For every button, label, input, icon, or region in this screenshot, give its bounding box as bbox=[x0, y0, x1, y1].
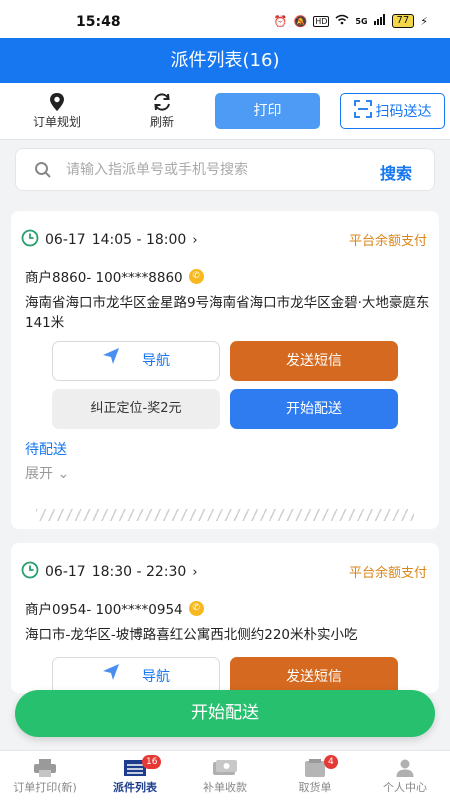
delivery-time-range: 18:30 - 22:30 bbox=[91, 564, 187, 580]
phone-icon[interactable]: ✆ bbox=[188, 600, 204, 616]
navigate-label: 导航 bbox=[142, 353, 170, 369]
clock-time: 15:48 bbox=[76, 14, 121, 30]
cash-icon bbox=[180, 757, 270, 779]
scan-deliver-button[interactable]: 扫码送达 bbox=[340, 93, 445, 129]
navigate-button[interactable]: 导航 bbox=[52, 657, 220, 693]
refresh-label: 刷新 bbox=[149, 115, 174, 129]
clock-icon bbox=[21, 229, 39, 251]
map-pin-icon bbox=[22, 91, 92, 113]
mute-icon: 🔕 bbox=[293, 14, 308, 28]
chevron-right-icon: › bbox=[192, 232, 198, 248]
status-icons: ⏰ 🔕 HD 5G 77 ⚡ bbox=[274, 14, 428, 28]
status-bar: 15:48 ⏰ 🔕 HD 5G 77 ⚡ bbox=[0, 0, 450, 38]
delivery-time-row: 06-17 18:30 - 22:30 › bbox=[21, 561, 198, 583]
pickup-icon bbox=[270, 757, 360, 779]
search-bar: 搜索 bbox=[15, 148, 435, 191]
header-bar: 派件列表(16) bbox=[0, 38, 450, 83]
battery-icon: 77 bbox=[391, 14, 415, 28]
tab-label: 个人中心 bbox=[383, 781, 427, 794]
payment-method: 平台余额支付 bbox=[348, 234, 427, 249]
list-icon bbox=[90, 757, 180, 779]
order-card: 06-17 14:05 - 18:00 › 平台余额支付 商户8860- 100… bbox=[11, 211, 439, 529]
merchant-row: 商户8860- 100****8860 ✆ bbox=[25, 266, 204, 286]
signal-icon bbox=[373, 14, 386, 28]
tab-pickup-order[interactable]: 4 取货单 bbox=[270, 751, 360, 800]
send-sms-button[interactable]: 发送短信 bbox=[230, 657, 398, 693]
navigate-button[interactable]: 导航 bbox=[52, 341, 220, 381]
printer-icon bbox=[0, 757, 90, 779]
tab-label: 订单打印(新) bbox=[13, 781, 77, 794]
delivery-address: 海口市-龙华区-坡博路喜红公寓西北侧约220米朴实小吃 bbox=[25, 627, 358, 643]
tab-badge: 4 bbox=[324, 755, 338, 769]
navigation-arrow-icon bbox=[102, 341, 120, 381]
scan-icon bbox=[353, 100, 372, 122]
merchant-info: 商户8860- 100****8860 bbox=[25, 270, 183, 286]
wifi-icon bbox=[335, 14, 349, 28]
delivery-time-range: 14:05 - 18:00 bbox=[91, 232, 187, 248]
print-button[interactable]: 打印 bbox=[215, 93, 320, 129]
clock-icon bbox=[21, 561, 39, 583]
tab-label: 派件列表 bbox=[113, 781, 157, 794]
tab-badge: 16 bbox=[142, 755, 162, 769]
scan-deliver-label: 扫码送达 bbox=[375, 104, 432, 120]
search-button[interactable]: 搜索 bbox=[380, 160, 412, 184]
chevron-right-icon: › bbox=[192, 564, 198, 580]
merchant-info: 商户0954- 100****0954 bbox=[25, 602, 183, 618]
chevron-down-icon: ⌄ bbox=[57, 466, 70, 482]
toolbar: 订单规划 刷新 打印 扫码送达 bbox=[0, 83, 450, 140]
expand-label: 展开 bbox=[25, 466, 53, 482]
tab-personal-center[interactable]: 个人中心 bbox=[360, 751, 450, 800]
tab-order-print[interactable]: 订单打印(新) bbox=[0, 751, 90, 800]
hd-icon: HD bbox=[313, 15, 330, 27]
network-label: 5G bbox=[355, 16, 368, 26]
charging-icon: ⚡ bbox=[420, 14, 428, 28]
search-input[interactable] bbox=[66, 157, 366, 183]
delivery-date: 06-17 bbox=[45, 232, 86, 248]
navigate-label: 导航 bbox=[142, 669, 170, 685]
page-title: 派件列表(16) bbox=[170, 50, 280, 71]
start-delivery-button[interactable]: 开始配送 bbox=[230, 389, 398, 429]
delivery-date: 06-17 bbox=[45, 564, 86, 580]
order-card: 06-17 18:30 - 22:30 › 平台余额支付 商户0954- 100… bbox=[11, 543, 439, 693]
route-plan-label: 订单规划 bbox=[32, 115, 81, 129]
delivery-address: 海南省海口市龙华区金星路9号海南省海口市龙华区金碧·大地豪庭东141米 bbox=[25, 295, 430, 331]
person-icon bbox=[360, 757, 450, 779]
send-sms-button[interactable]: 发送短信 bbox=[230, 341, 398, 381]
phone-icon[interactable]: ✆ bbox=[188, 268, 204, 284]
refresh-icon bbox=[127, 91, 197, 113]
order-status: 待配送 bbox=[25, 442, 67, 458]
payment-method: 平台余额支付 bbox=[348, 566, 427, 581]
alarm-icon: ⏰ bbox=[273, 14, 288, 28]
hatch-divider bbox=[36, 509, 414, 521]
route-plan-button[interactable]: 订单规划 bbox=[22, 91, 92, 130]
tab-label: 补单收款 bbox=[203, 781, 247, 794]
merchant-row: 商户0954- 100****0954 ✆ bbox=[25, 598, 204, 618]
navigation-arrow-icon bbox=[102, 657, 120, 693]
tab-dispatch-list[interactable]: 16 派件列表 bbox=[90, 751, 180, 800]
bottom-tab-bar: 订单打印(新) 16 派件列表 补单收款 4 取货单 个人中心 bbox=[0, 750, 450, 800]
tab-supplement-payment[interactable]: 补单收款 bbox=[180, 751, 270, 800]
delivery-time-row: 06-17 14:05 - 18:00 › bbox=[21, 229, 198, 251]
tab-label: 取货单 bbox=[298, 781, 332, 794]
start-delivery-all-button[interactable]: 开始配送 bbox=[15, 690, 435, 737]
correct-location-button[interactable]: 纠正定位-奖2元 bbox=[52, 389, 220, 429]
expand-toggle[interactable]: 展开 ⌄ bbox=[25, 463, 69, 483]
search-icon bbox=[34, 161, 52, 183]
refresh-button[interactable]: 刷新 bbox=[127, 91, 197, 130]
